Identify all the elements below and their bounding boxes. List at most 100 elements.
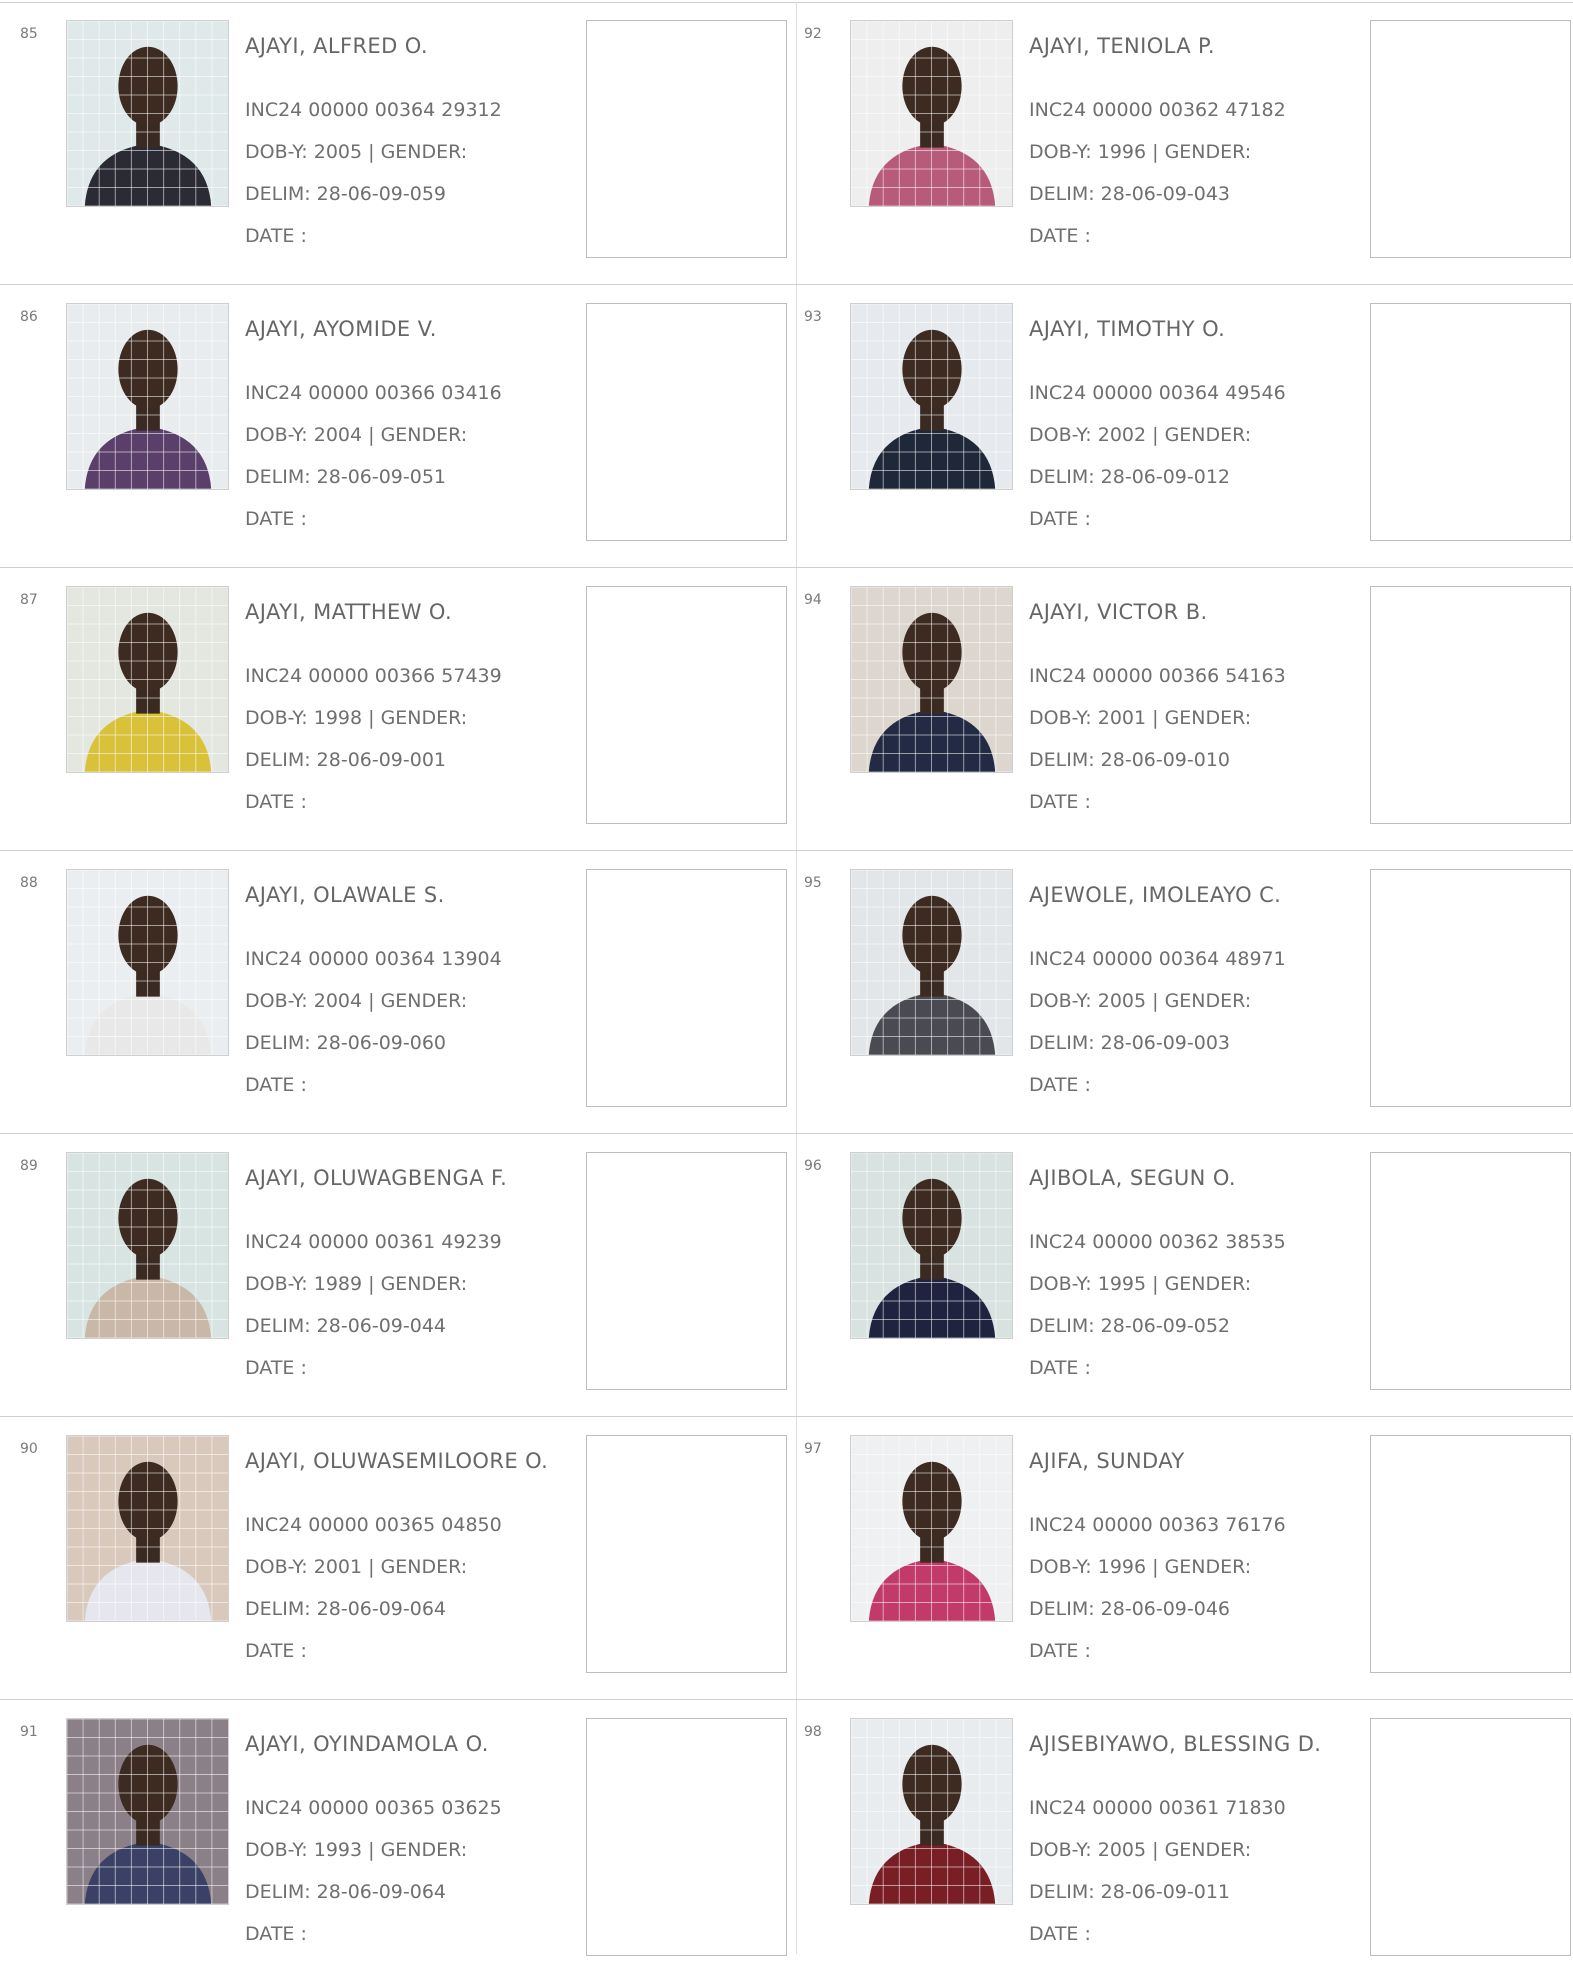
voter-photo bbox=[66, 1435, 229, 1622]
dob-gender: DOB-Y: 1996 | GENDER: bbox=[1029, 1556, 1252, 1578]
date-field: DATE : bbox=[245, 1923, 307, 1945]
thumbprint-box bbox=[586, 1152, 787, 1390]
vin-number: INC24 00000 00364 49546 bbox=[1029, 382, 1286, 404]
dob-gender: DOB-Y: 2005 | GENDER: bbox=[245, 141, 468, 163]
voter-photo bbox=[66, 20, 229, 207]
delimitation: DELIM: 28-06-09-052 bbox=[1029, 1315, 1231, 1337]
serial-number: 93 bbox=[804, 309, 822, 325]
delimitation: DELIM: 28-06-09-064 bbox=[245, 1598, 447, 1620]
date-field: DATE : bbox=[245, 1640, 307, 1662]
delimitation: DELIM: 28-06-09-010 bbox=[1029, 749, 1231, 771]
voter-name: AJAYI, TIMOTHY O. bbox=[1029, 317, 1226, 341]
voter-name: AJAYI, TENIOLA P. bbox=[1029, 34, 1215, 58]
thumbprint-box bbox=[586, 869, 787, 1107]
voter-card: 85 AJAYI, ALFRED O. INC24 00000 00364 29… bbox=[0, 2, 787, 285]
dob-gender: DOB-Y: 1998 | GENDER: bbox=[245, 707, 468, 729]
serial-number: 91 bbox=[20, 1724, 38, 1740]
voter-name: AJAYI, OYINDAMOLA O. bbox=[245, 1732, 489, 1756]
serial-number: 88 bbox=[20, 875, 38, 891]
date-field: DATE : bbox=[1029, 1640, 1091, 1662]
voter-photo bbox=[66, 586, 229, 773]
delimitation: DELIM: 28-06-09-012 bbox=[1029, 466, 1231, 488]
voter-photo bbox=[850, 303, 1013, 490]
voter-card: 87 AJAYI, MATTHEW O. INC24 00000 00366 5… bbox=[0, 568, 787, 851]
voter-card: 96 AJIBOLA, SEGUN O. INC24 00000 00362 3… bbox=[784, 1134, 1573, 1417]
date-field: DATE : bbox=[1029, 1923, 1091, 1945]
delimitation: DELIM: 28-06-09-060 bbox=[245, 1032, 447, 1054]
serial-number: 85 bbox=[20, 26, 38, 42]
serial-number: 86 bbox=[20, 309, 38, 325]
vin-number: INC24 00000 00364 13904 bbox=[245, 948, 502, 970]
thumbprint-box bbox=[1370, 20, 1571, 258]
voter-photo bbox=[66, 1152, 229, 1339]
vin-number: INC24 00000 00365 04850 bbox=[245, 1514, 502, 1536]
vin-number: INC24 00000 00366 57439 bbox=[245, 665, 502, 687]
vin-number: INC24 00000 00362 38535 bbox=[1029, 1231, 1286, 1253]
voter-name: AJAYI, VICTOR B. bbox=[1029, 600, 1208, 624]
delimitation: DELIM: 28-06-09-059 bbox=[245, 183, 447, 205]
voter-card: 97 AJIFA, SUNDAY INC24 00000 00363 76176… bbox=[784, 1417, 1573, 1700]
voter-name: AJAYI, OLUWASEMILOORE O. bbox=[245, 1449, 549, 1473]
serial-number: 94 bbox=[804, 592, 822, 608]
vin-number: INC24 00000 00361 71830 bbox=[1029, 1797, 1286, 1819]
serial-number: 90 bbox=[20, 1441, 38, 1457]
serial-number: 98 bbox=[804, 1724, 822, 1740]
voter-photo bbox=[850, 1152, 1013, 1339]
vin-number: INC24 00000 00364 29312 bbox=[245, 99, 502, 121]
date-field: DATE : bbox=[245, 791, 307, 813]
voter-photo bbox=[850, 1718, 1013, 1905]
voter-photo bbox=[66, 869, 229, 1056]
delimitation: DELIM: 28-06-09-001 bbox=[245, 749, 447, 771]
date-field: DATE : bbox=[245, 1357, 307, 1379]
voter-name: AJAYI, ALFRED O. bbox=[245, 34, 428, 58]
left-column: 85 AJAYI, ALFRED O. INC24 00000 00364 29… bbox=[0, 0, 787, 1956]
voter-card: 92 AJAYI, TENIOLA P. INC24 00000 00362 4… bbox=[784, 2, 1573, 285]
thumbprint-box bbox=[586, 1718, 787, 1956]
thumbprint-box bbox=[586, 303, 787, 541]
thumbprint-box bbox=[1370, 1152, 1571, 1390]
delimitation: DELIM: 28-06-09-044 bbox=[245, 1315, 447, 1337]
thumbprint-box bbox=[586, 1435, 787, 1673]
voter-card: 86 AJAYI, AYOMIDE V. INC24 00000 00366 0… bbox=[0, 285, 787, 568]
serial-number: 95 bbox=[804, 875, 822, 891]
serial-number: 96 bbox=[804, 1158, 822, 1174]
dob-gender: DOB-Y: 2004 | GENDER: bbox=[245, 990, 468, 1012]
voter-name: AJIFA, SUNDAY bbox=[1029, 1449, 1185, 1473]
delimitation: DELIM: 28-06-09-011 bbox=[1029, 1881, 1231, 1903]
date-field: DATE : bbox=[1029, 1074, 1091, 1096]
serial-number: 87 bbox=[20, 592, 38, 608]
voter-name: AJISEBIYAWO, BLESSING D. bbox=[1029, 1732, 1322, 1756]
voter-name: AJEWOLE, IMOLEAYO C. bbox=[1029, 883, 1282, 907]
dob-gender: DOB-Y: 2001 | GENDER: bbox=[245, 1556, 468, 1578]
voter-name: AJAYI, MATTHEW O. bbox=[245, 600, 453, 624]
thumbprint-box bbox=[1370, 1718, 1571, 1956]
date-field: DATE : bbox=[1029, 225, 1091, 247]
vin-number: INC24 00000 00366 54163 bbox=[1029, 665, 1286, 687]
date-field: DATE : bbox=[1029, 1357, 1091, 1379]
voter-register-page: 85 AJAYI, ALFRED O. INC24 00000 00364 29… bbox=[0, 0, 1573, 1956]
dob-gender: DOB-Y: 2002 | GENDER: bbox=[1029, 424, 1252, 446]
dob-gender: DOB-Y: 1995 | GENDER: bbox=[1029, 1273, 1252, 1295]
date-field: DATE : bbox=[245, 225, 307, 247]
serial-number: 92 bbox=[804, 26, 822, 42]
thumbprint-box bbox=[586, 586, 787, 824]
dob-gender: DOB-Y: 1996 | GENDER: bbox=[1029, 141, 1252, 163]
voter-photo bbox=[850, 1435, 1013, 1622]
thumbprint-box bbox=[1370, 303, 1571, 541]
vin-number: INC24 00000 00366 03416 bbox=[245, 382, 502, 404]
voter-card: 98 AJISEBIYAWO, BLESSING D. INC24 00000 … bbox=[784, 1700, 1571, 1983]
voter-card: 93 AJAYI, TIMOTHY O. INC24 00000 00364 4… bbox=[784, 285, 1573, 568]
vin-number: INC24 00000 00364 48971 bbox=[1029, 948, 1286, 970]
dob-gender: DOB-Y: 1993 | GENDER: bbox=[245, 1839, 468, 1861]
vin-number: INC24 00000 00365 03625 bbox=[245, 1797, 502, 1819]
date-field: DATE : bbox=[245, 508, 307, 530]
voter-name: AJAYI, OLAWALE S. bbox=[245, 883, 445, 907]
voter-card: 88 AJAYI, OLAWALE S. INC24 00000 00364 1… bbox=[0, 851, 787, 1134]
date-field: DATE : bbox=[245, 1074, 307, 1096]
vin-number: INC24 00000 00362 47182 bbox=[1029, 99, 1286, 121]
voter-name: AJAYI, AYOMIDE V. bbox=[245, 317, 437, 341]
serial-number: 89 bbox=[20, 1158, 38, 1174]
vin-number: INC24 00000 00361 49239 bbox=[245, 1231, 502, 1253]
thumbprint-box bbox=[1370, 586, 1571, 824]
dob-gender: DOB-Y: 2005 | GENDER: bbox=[1029, 990, 1252, 1012]
